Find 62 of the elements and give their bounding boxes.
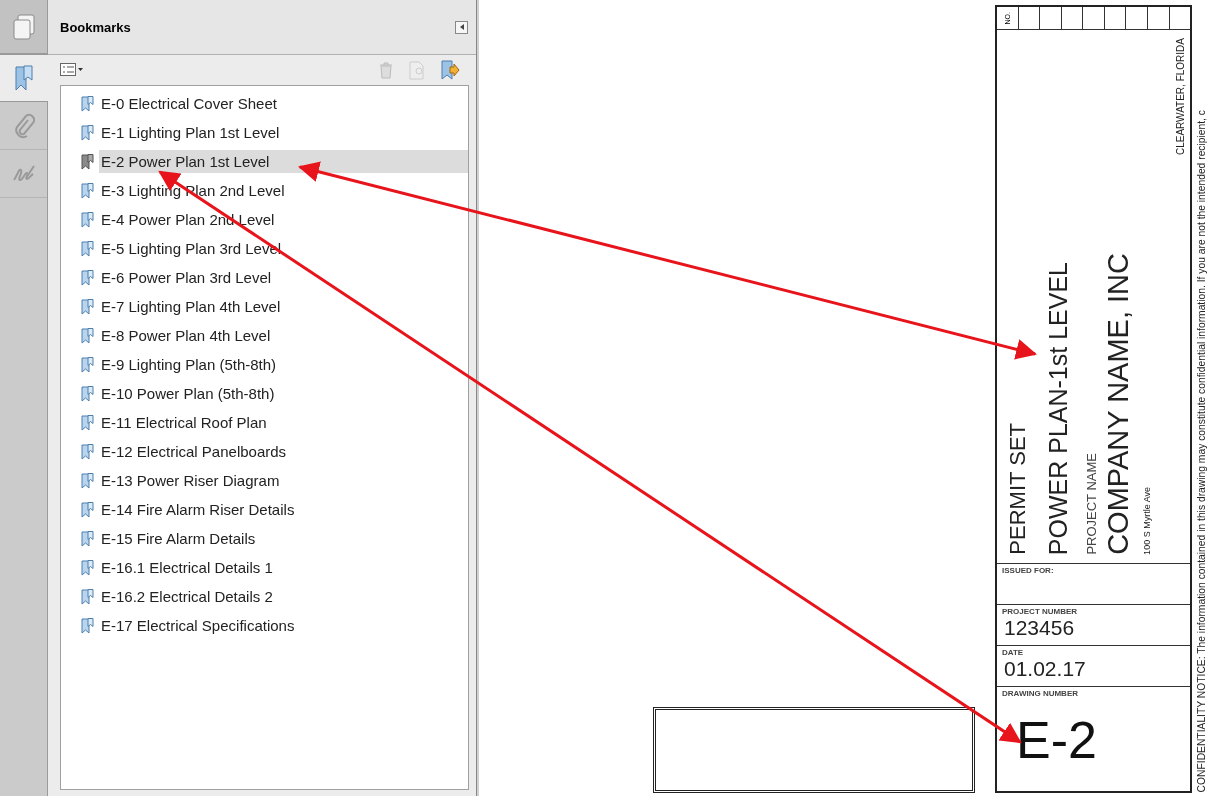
pages-icon: [11, 13, 36, 40]
caret-icon: [459, 24, 464, 30]
bookmark-icon: [81, 153, 94, 170]
location-text: CLEARWATER, FLORIDA: [1175, 38, 1186, 156]
field-value: 123456: [1004, 616, 1076, 640]
bookmark-item[interactable]: E-11 Electrical Roof Plan: [99, 411, 468, 434]
panel-title: Bookmarks: [60, 19, 132, 35]
bookmark-icon: [81, 95, 94, 112]
bookmark-item[interactable]: E-17 Electrical Specifications: [99, 614, 468, 637]
sheet-title: POWER PLAN-1st LEVEL: [1044, 261, 1073, 555]
project-label: PROJECT NAME: [1084, 453, 1099, 555]
company-name: COMPANY NAME, INC: [1102, 253, 1135, 555]
paperclip-icon: [12, 112, 35, 139]
bookmark-icon: [81, 472, 94, 489]
bookmark-item[interactable]: E-1 Lighting Plan 1st Level: [99, 121, 468, 144]
bookmark-item[interactable]: E-2 Power Plan 1st Level: [99, 150, 468, 173]
field-label: DATE: [1002, 648, 1025, 657]
delete-button[interactable]: [378, 61, 394, 79]
bookmark-icon: [81, 211, 94, 228]
bookmark-icon: [81, 327, 94, 344]
bookmark-icon: [81, 298, 94, 315]
bookmark-item[interactable]: E-7 Lighting Plan 4th Level: [99, 295, 468, 318]
drawing-number: E-2: [1016, 710, 1098, 770]
stage-text: PERMIT SET: [1005, 423, 1031, 555]
bookmark-item[interactable]: E-13 Power Riser Diagram: [99, 469, 468, 492]
bookmark-item[interactable]: E-12 Electrical Panelboards: [99, 440, 468, 463]
bookmark-icon: [81, 588, 94, 605]
field-label: DRAWING NUMBER: [1002, 689, 1079, 698]
bookmark-icon: [81, 182, 94, 199]
bookmark-item[interactable]: E-6 Power Plan 3rd Level: [99, 266, 468, 289]
field-label: PROJECT NUMBER: [1002, 607, 1079, 616]
bookmark-icon: [81, 269, 94, 286]
address-text: 100 S Myrtle Ave: [1142, 487, 1152, 555]
bookmark-item[interactable]: E-15 Fire Alarm Details: [99, 527, 468, 550]
bookmark-icon: [81, 124, 94, 141]
bookmark-icon: [81, 414, 94, 431]
options-button[interactable]: [60, 63, 84, 77]
bookmark-item[interactable]: E-10 Power Plan (5th-8th): [99, 382, 468, 405]
bookmark-icon: [81, 443, 94, 460]
bookmark-icon: [81, 240, 94, 257]
bookmark-item[interactable]: E-9 Lighting Plan (5th-8th): [99, 353, 468, 376]
field-value: 01.02.17: [1004, 657, 1087, 681]
bookmark-item[interactable]: E-16.1 Electrical Details 1: [99, 556, 468, 579]
bookmark-item[interactable]: E-16.2 Electrical Details 2: [99, 585, 468, 608]
bookmark-export-button[interactable]: [440, 59, 460, 81]
bookmark-icon: [81, 530, 94, 547]
bookmark-item[interactable]: E-8 Power Plan 4th Level: [99, 324, 468, 347]
signature-icon: [11, 163, 36, 184]
nav-tab[interactable]: [0, 0, 47, 54]
bookmark-item[interactable]: E-14 Fire Alarm Riser Details: [99, 498, 468, 521]
bookmark-icon: [81, 559, 94, 576]
bookmark-icon: [81, 501, 94, 518]
field-label: ISSUED FOR:: [1002, 566, 1055, 575]
bookmark-icon: [81, 617, 94, 634]
bookmark-icon: [13, 64, 35, 92]
bookmark-icon: [81, 385, 94, 402]
new-bookmark-button[interactable]: [408, 60, 426, 80]
bookmark-item[interactable]: E-0 Electrical Cover Sheet: [99, 92, 468, 115]
confidentiality-notice: CONFIDENTIALITY NOTICE: The information contained in this drawing may constitute confidential information. If you are not the intended recipient, c: [1196, 109, 1207, 792]
collapse-button[interactable]: [455, 20, 468, 34]
bookmark-icon: [81, 356, 94, 373]
nav-tab[interactable]: [0, 54, 48, 102]
